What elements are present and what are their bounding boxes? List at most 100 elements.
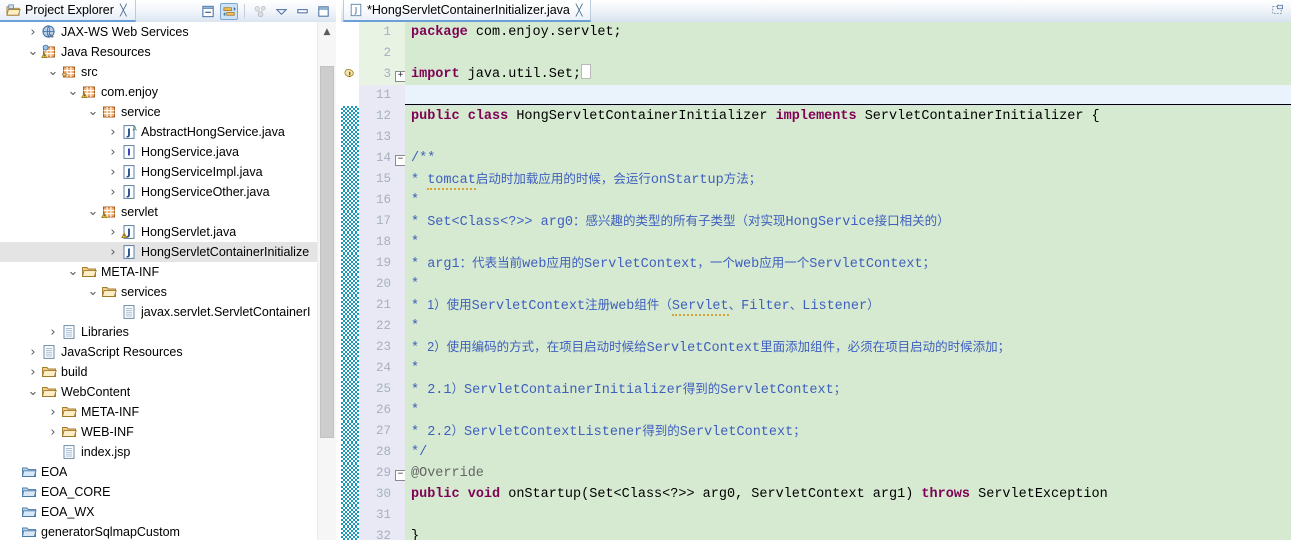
code-text[interactable]: } xyxy=(405,526,1291,540)
code-line[interactable]: 22 * xyxy=(341,316,1291,337)
tree-item[interactable]: › J HongServiceOther.java xyxy=(0,182,318,202)
code-text[interactable]: * xyxy=(405,274,1291,295)
maximize-button[interactable] xyxy=(314,3,332,20)
tree-item[interactable]: ⌄ servlet xyxy=(0,202,318,222)
chevron-right-icon[interactable]: › xyxy=(106,142,120,162)
tab-project-explorer[interactable]: Project Explorer ╳ xyxy=(0,0,136,22)
annotation-ruler-cell[interactable] xyxy=(341,421,359,442)
code-line[interactable]: 30 public void onStartup(Set<Class<?>> a… xyxy=(341,484,1291,505)
code-line[interactable]: 12 public class HongServletContainerIniti… xyxy=(341,106,1291,127)
annotation-ruler-cell[interactable] xyxy=(341,295,359,316)
code-line[interactable]: 32 } xyxy=(341,526,1291,540)
code-line[interactable]: 16 * xyxy=(341,190,1291,211)
code-text[interactable]: import java.util.Set; xyxy=(405,64,1291,85)
annotation-ruler-cell[interactable] xyxy=(341,85,359,106)
warning-icon[interactable] xyxy=(343,67,357,81)
code-line[interactable]: 2 xyxy=(341,43,1291,64)
code-line[interactable]: 26 * xyxy=(341,400,1291,421)
close-icon[interactable]: ╳ xyxy=(576,5,583,16)
tree-item[interactable]: › J HongServlet.java xyxy=(0,222,318,242)
code-text[interactable]: * 1）使用ServletContext注册web组件（Servlet、Filt… xyxy=(405,295,1291,316)
code-line[interactable]: 14− /** xyxy=(341,148,1291,169)
chevron-right-icon[interactable]: › xyxy=(106,122,120,142)
tree-item[interactable]: ⌄ com.enjoy xyxy=(0,82,318,102)
chevron-down-icon[interactable]: ⌄ xyxy=(86,102,100,122)
focus-on-active-task-button[interactable] xyxy=(251,3,269,20)
chevron-down-icon[interactable]: ⌄ xyxy=(66,262,80,282)
code-line[interactable]: 3 + import java.util.Set; xyxy=(341,64,1291,85)
annotation-ruler-cell[interactable] xyxy=(341,274,359,295)
tree-item[interactable]: › JAX-WS Web Services xyxy=(0,22,318,42)
annotation-ruler-cell[interactable] xyxy=(341,316,359,337)
tree-item[interactable]: ⌄ services xyxy=(0,282,318,302)
tree-item[interactable]: EOA_CORE xyxy=(0,482,318,502)
code-line[interactable]: 15 * tomcat启动时加载应用的时候，会运行onStartup方法； xyxy=(341,169,1291,190)
code-text[interactable]: * xyxy=(405,190,1291,211)
code-line[interactable]: 23 * 2）使用编码的方式，在项目启动时候给ServletContext里面添… xyxy=(341,337,1291,358)
annotation-ruler-cell[interactable] xyxy=(341,505,359,526)
code-text[interactable]: * Set<Class<?>> arg0：感兴趣的类型的所有子类型（对实现Hon… xyxy=(405,211,1291,232)
annotation-ruler-cell[interactable] xyxy=(341,358,359,379)
tree-item[interactable]: javax.servlet.ServletContainerI xyxy=(0,302,318,322)
fold-toggle-icon[interactable]: − xyxy=(395,463,406,484)
code-text[interactable]: public class HongServletContainerInitial… xyxy=(405,106,1291,127)
tree-item[interactable]: index.jsp xyxy=(0,442,318,462)
chevron-right-icon[interactable]: › xyxy=(106,182,120,202)
chevron-down-icon[interactable]: ⌄ xyxy=(66,82,80,102)
tree-item[interactable]: › JavaScript Resources xyxy=(0,342,318,362)
code-viewport[interactable]: 1 package com.enjoy.servlet; 2 3 + import ja… xyxy=(341,22,1291,540)
code-text[interactable]: * xyxy=(405,400,1291,421)
code-text[interactable]: * xyxy=(405,358,1291,379)
code-text[interactable]: * 2.2）ServletContextListener得到的ServletCo… xyxy=(405,421,1291,442)
tree-item[interactable]: › Libraries xyxy=(0,322,318,342)
code-text[interactable]: * arg1：代表当前web应用的ServletContext，一个web应用一… xyxy=(405,253,1291,274)
code-text[interactable]: * 2.1）ServletContainerInitializer得到的Serv… xyxy=(405,379,1291,400)
annotation-ruler-cell[interactable] xyxy=(341,400,359,421)
annotation-ruler-cell[interactable] xyxy=(341,442,359,463)
code-text[interactable]: * xyxy=(405,316,1291,337)
chevron-down-icon[interactable]: ⌄ xyxy=(26,382,40,402)
chevron-right-icon[interactable]: › xyxy=(46,322,60,342)
annotation-ruler-cell[interactable] xyxy=(341,148,359,169)
code-line[interactable]: 31 xyxy=(341,505,1291,526)
tree-item[interactable]: › J HongServiceImpl.java xyxy=(0,162,318,182)
code-line[interactable]: 17 * Set<Class<?>> arg0：感兴趣的类型的所有子类型（对实现… xyxy=(341,211,1291,232)
tree-item[interactable]: EOA xyxy=(0,462,318,482)
chevron-right-icon[interactable]: › xyxy=(106,162,120,182)
code-text[interactable]: /** xyxy=(405,148,1291,169)
chevron-right-icon[interactable]: › xyxy=(106,242,120,262)
tree-item[interactable]: ⌄ WebContent xyxy=(0,382,318,402)
fold-toggle-icon[interactable]: + xyxy=(395,64,406,85)
annotation-ruler-cell[interactable] xyxy=(341,127,359,148)
tree-item[interactable]: ⌄ META-INF xyxy=(0,262,318,282)
fold-toggle-icon[interactable]: − xyxy=(395,148,406,169)
code-text[interactable]: * tomcat启动时加载应用的时候，会运行onStartup方法； xyxy=(405,169,1291,190)
code-line[interactable]: 28 */ xyxy=(341,442,1291,463)
chevron-right-icon[interactable]: › xyxy=(26,22,40,42)
chevron-right-icon[interactable]: › xyxy=(26,342,40,362)
chevron-down-icon[interactable]: ⌄ xyxy=(26,42,40,62)
code-text[interactable] xyxy=(405,505,1291,526)
code-text[interactable] xyxy=(405,43,1291,64)
code-line[interactable]: 25 * 2.1）ServletContainerInitializer得到的S… xyxy=(341,379,1291,400)
chevron-down-icon[interactable]: ⌄ xyxy=(86,202,100,222)
chevron-right-icon[interactable]: › xyxy=(46,422,60,442)
code-line[interactable]: 19 * arg1：代表当前web应用的ServletContext，一个web… xyxy=(341,253,1291,274)
tree-item[interactable]: › I HongService.java xyxy=(0,142,318,162)
annotation-ruler-cell[interactable] xyxy=(341,253,359,274)
annotation-ruler-cell[interactable] xyxy=(341,484,359,505)
close-icon[interactable]: ╳ xyxy=(120,5,127,16)
project-tree[interactable]: › JAX-WS Web Services ⌄ Java Resources ⌄ src ⌄… xyxy=(0,22,318,540)
code-text[interactable]: * xyxy=(405,232,1291,253)
scroll-up-icon[interactable]: ▲ xyxy=(318,24,336,40)
code-text[interactable]: @Override xyxy=(405,463,1291,484)
chevron-right-icon[interactable]: › xyxy=(46,402,60,422)
annotation-ruler-cell[interactable] xyxy=(341,106,359,127)
code-text[interactable]: * 2）使用编码的方式，在项目启动时候给ServletContext里面添加组件… xyxy=(405,337,1291,358)
tab-hongservletcontainerinitializer[interactable]: J *HongServletContainerInitializer.java … xyxy=(343,0,591,22)
link-with-editor-button[interactable] xyxy=(220,2,238,20)
tree-item[interactable]: › WEB-INF xyxy=(0,422,318,442)
tree-item[interactable]: › J HongServletContainerInitialize xyxy=(0,242,318,262)
code-line[interactable]: 13 xyxy=(341,127,1291,148)
code-line[interactable]: 11 xyxy=(341,85,1291,106)
